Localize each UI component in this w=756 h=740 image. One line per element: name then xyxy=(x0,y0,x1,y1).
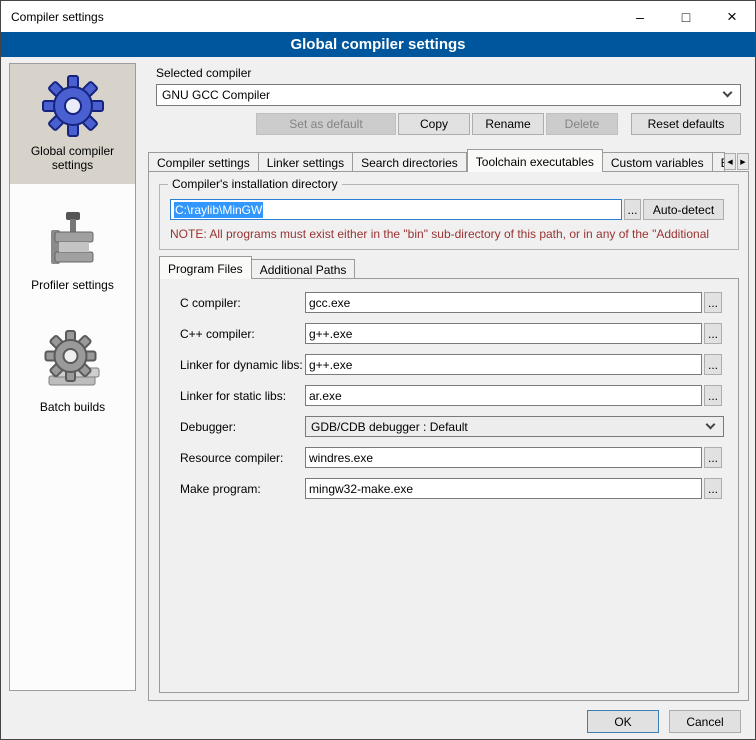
program-files-page: C compiler: ... C++ compiler: ... Linker… xyxy=(159,278,739,693)
copy-button[interactable]: Copy xyxy=(398,113,470,135)
browse-button[interactable]: ... xyxy=(704,354,722,375)
tab-compiler-settings[interactable]: Compiler settings xyxy=(148,152,259,172)
field-label: C++ compiler: xyxy=(180,327,255,341)
gray-gear-icon xyxy=(41,330,105,394)
installation-note: NOTE: All programs must exist either in … xyxy=(170,227,732,241)
resource-compiler-input[interactable] xyxy=(305,447,702,468)
auto-detect-button[interactable]: Auto-detect xyxy=(643,199,724,220)
minimize-icon[interactable]: – xyxy=(617,1,663,32)
rename-button[interactable]: Rename xyxy=(472,113,544,135)
sidebar-item-batch-builds[interactable]: Batch builds xyxy=(10,320,135,426)
maximize-icon[interactable]: □ xyxy=(663,1,709,32)
dynamic-linker-input[interactable] xyxy=(305,354,702,375)
sidebar-item-label: Profiler settings xyxy=(23,278,123,292)
installation-directory-browse-button[interactable]: ... xyxy=(624,199,641,220)
category-sidebar: Global compiler settings Profiler settin… xyxy=(9,63,136,691)
titlebar[interactable]: Compiler settings – □ × xyxy=(1,1,755,32)
field-row-dynamic-linker: Linker for dynamic libs: ... xyxy=(160,354,738,375)
field-row-cpp-compiler: C++ compiler: ... xyxy=(160,323,738,344)
installation-directory-value: C:\raylib\MinGW xyxy=(174,202,263,218)
tab-scroll-right-icon[interactable]: ▶ xyxy=(737,153,749,170)
ok-button[interactable]: OK xyxy=(587,710,659,733)
field-row-resource-compiler: Resource compiler: ... xyxy=(160,447,738,468)
chevron-down-icon xyxy=(723,88,733,98)
static-linker-input[interactable] xyxy=(305,385,702,406)
c-compiler-input[interactable] xyxy=(305,292,702,313)
field-label: Linker for static libs: xyxy=(180,389,286,403)
make-program-input[interactable] xyxy=(305,478,702,499)
installation-directory-input[interactable]: C:\raylib\MinGW xyxy=(170,199,622,220)
main-tabbar: Compiler settings Linker settings Search… xyxy=(148,149,725,172)
field-row-make-program: Make program: ... xyxy=(160,478,738,499)
browse-button[interactable]: ... xyxy=(704,478,722,499)
installation-directory-group: Compiler's installation directory C:\ray… xyxy=(159,184,739,250)
field-label: Make program: xyxy=(180,482,261,496)
browse-button[interactable]: ... xyxy=(704,385,722,406)
sidebar-item-global-compiler-settings[interactable]: Global compiler settings xyxy=(10,64,135,184)
tab-custom-variables[interactable]: Custom variables xyxy=(603,152,713,172)
compiler-select[interactable]: GNU GCC Compiler xyxy=(156,84,741,106)
reset-defaults-button[interactable]: Reset defaults xyxy=(631,113,741,135)
browse-button[interactable]: ... xyxy=(704,447,722,468)
page-title: Global compiler settings xyxy=(1,32,755,57)
window-controls: – □ × xyxy=(617,1,755,32)
field-row-static-linker: Linker for static libs: ... xyxy=(160,385,738,406)
field-label: C compiler: xyxy=(180,296,241,310)
subtab-additional-paths[interactable]: Additional Paths xyxy=(252,259,356,279)
installation-directory-group-title: Compiler's installation directory xyxy=(168,177,342,191)
field-label: Resource compiler: xyxy=(180,451,283,465)
delete-button: Delete xyxy=(546,113,618,135)
profiler-icon xyxy=(41,208,105,272)
tab-linker-settings[interactable]: Linker settings xyxy=(259,152,353,172)
debugger-select-value: GDB/CDB debugger : Default xyxy=(311,420,468,434)
blue-gear-icon xyxy=(41,74,105,138)
cpp-compiler-input[interactable] xyxy=(305,323,702,344)
program-files-tabbar: Program Files Additional Paths xyxy=(159,256,559,279)
window-title: Compiler settings xyxy=(1,10,104,24)
browse-button[interactable]: ... xyxy=(704,323,722,344)
set-as-default-button: Set as default xyxy=(256,113,396,135)
tab-toolchain-executables[interactable]: Toolchain executables xyxy=(467,149,603,172)
tab-build-options[interactable]: Build options xyxy=(713,152,725,172)
compiler-settings-window: Compiler settings – □ × Global compiler … xyxy=(0,0,756,740)
tab-scroll-left-icon[interactable]: ◀ xyxy=(724,153,736,170)
selected-compiler-label: Selected compiler xyxy=(156,66,251,80)
tab-search-directories[interactable]: Search directories xyxy=(353,152,467,172)
field-label: Linker for dynamic libs: xyxy=(180,358,303,372)
subtab-program-files[interactable]: Program Files xyxy=(159,256,252,279)
sidebar-item-profiler-settings[interactable]: Profiler settings xyxy=(10,198,135,304)
compiler-select-value: GNU GCC Compiler xyxy=(162,88,270,102)
cancel-button[interactable]: Cancel xyxy=(669,710,741,733)
close-icon[interactable]: × xyxy=(709,1,755,32)
chevron-down-icon xyxy=(706,419,716,429)
field-label: Debugger: xyxy=(180,420,236,434)
field-row-c-compiler: C compiler: ... xyxy=(160,292,738,313)
sidebar-item-label: Batch builds xyxy=(23,400,123,414)
field-row-debugger: Debugger: GDB/CDB debugger : Default xyxy=(160,416,738,437)
sidebar-item-label: Global compiler settings xyxy=(23,144,123,172)
browse-button[interactable]: ... xyxy=(704,292,722,313)
debugger-select[interactable]: GDB/CDB debugger : Default xyxy=(305,416,724,437)
